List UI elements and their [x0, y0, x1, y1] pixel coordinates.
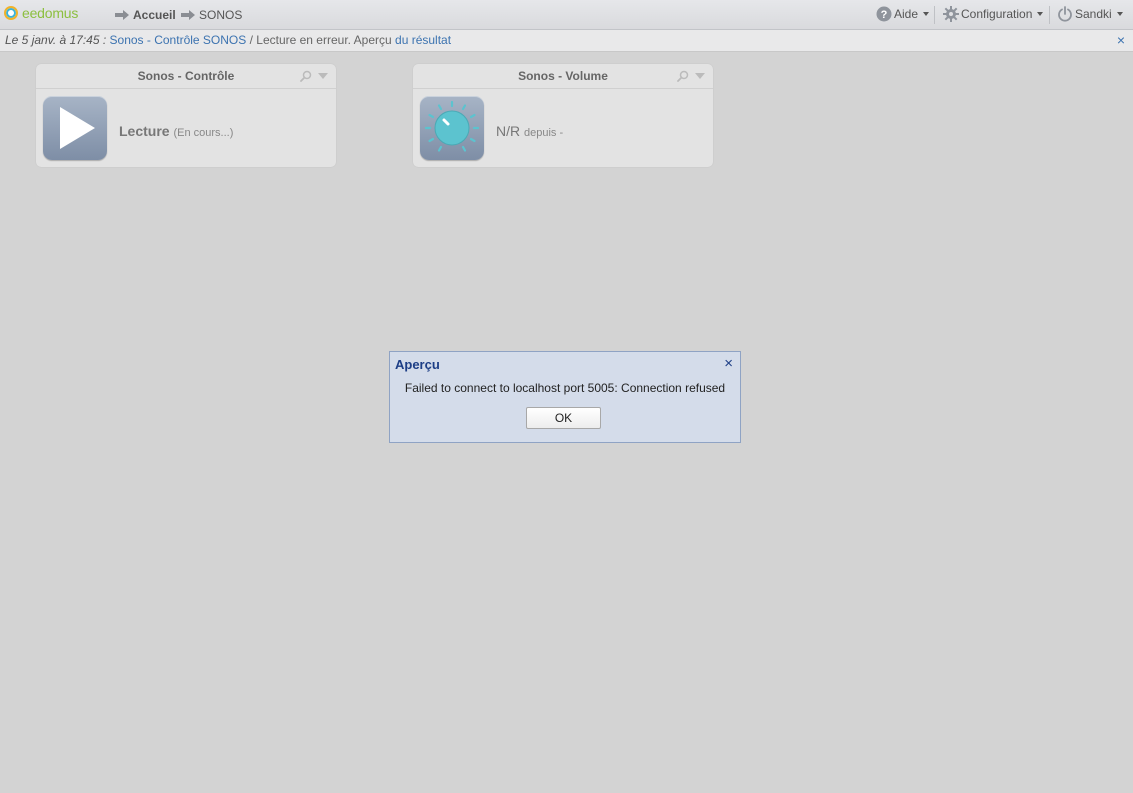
volume-knob-icon: [424, 100, 480, 152]
logo-ring-icon: [4, 6, 18, 20]
breadcrumb-home-label: Accueil: [133, 8, 176, 22]
chevron-down-icon: [1116, 12, 1123, 16]
user-label: Sandki: [1075, 7, 1112, 21]
widget-title: Sonos - Contrôle: [137, 69, 235, 83]
notification-message: / Lecture en erreur. Aperçu: [246, 33, 396, 47]
dialog-message: Failed to connect to localhost port 5005…: [404, 381, 726, 395]
widget-title: Sonos - Volume: [518, 69, 608, 83]
play-icon: [60, 107, 95, 149]
widget-tools: [677, 64, 705, 88]
notification-device-link[interactable]: Sonos - Contrôle SONOS: [110, 33, 247, 47]
search-icon[interactable]: [677, 70, 689, 82]
volume-knob-button[interactable]: [420, 96, 484, 160]
widget-tools: [300, 64, 328, 88]
widget-sonos-volume: Sonos - Volume N/R depuis -: [413, 64, 713, 167]
play-button[interactable]: [43, 96, 107, 160]
widget-header: Sonos - Contrôle: [36, 64, 336, 89]
user-menu[interactable]: Sandki: [1057, 6, 1123, 22]
chevron-down-icon[interactable]: [695, 73, 705, 79]
notification-bar: Le 5 janv. à 17:45 : Sonos - Contrôle SO…: [0, 30, 1133, 52]
widget-value-main: N/R: [496, 123, 521, 139]
widget-value-main: Lecture: [119, 123, 170, 139]
logo-text: eedomus: [22, 5, 79, 21]
gear-icon: [943, 6, 959, 22]
arrow-right-icon: [181, 10, 195, 20]
widget-value-sub: (En cours...): [173, 127, 234, 139]
arrow-right-icon: [115, 10, 129, 20]
configuration-label: Configuration: [961, 7, 1033, 21]
chevron-down-icon: [1037, 12, 1044, 16]
widget-sonos-control: Sonos - Contrôle Lecture (En cours...): [36, 64, 336, 167]
notification-date: Le 5 janv. à 17:45 :: [5, 33, 107, 47]
widget-value-sub: depuis -: [524, 127, 564, 139]
help-icon: ?: [876, 6, 892, 22]
configuration-menu[interactable]: Configuration: [943, 6, 1044, 22]
preview-dialog: Aperçu × Failed to connect to localhost …: [389, 351, 741, 443]
ok-button[interactable]: OK: [526, 407, 601, 429]
notification-result-link[interactable]: du résultat: [395, 33, 451, 47]
breadcrumb-current[interactable]: SONOS: [181, 8, 242, 22]
eedomus-logo[interactable]: eedomus: [4, 5, 78, 21]
widget-header: Sonos - Volume: [413, 64, 713, 89]
top-bar: eedomus Accueil SONOS ? Aide Configurati…: [0, 0, 1133, 30]
chevron-down-icon[interactable]: [318, 73, 328, 79]
svg-text:?: ?: [881, 9, 888, 21]
chevron-down-icon: [923, 12, 930, 16]
menu-divider: [1049, 6, 1050, 24]
close-icon[interactable]: ×: [724, 355, 733, 372]
dialog-title: Aperçu: [395, 357, 440, 372]
power-icon: [1058, 6, 1072, 22]
help-menu[interactable]: ? Aide: [876, 6, 930, 22]
close-icon[interactable]: ×: [1117, 30, 1125, 51]
menu-divider: [934, 6, 935, 24]
search-icon[interactable]: [300, 70, 312, 82]
help-label: Aide: [894, 7, 919, 21]
breadcrumb-current-label: SONOS: [199, 8, 243, 22]
widget-value: N/R depuis -: [496, 123, 563, 139]
breadcrumb-home[interactable]: Accueil: [115, 8, 176, 22]
widget-value: Lecture (En cours...): [119, 123, 233, 139]
